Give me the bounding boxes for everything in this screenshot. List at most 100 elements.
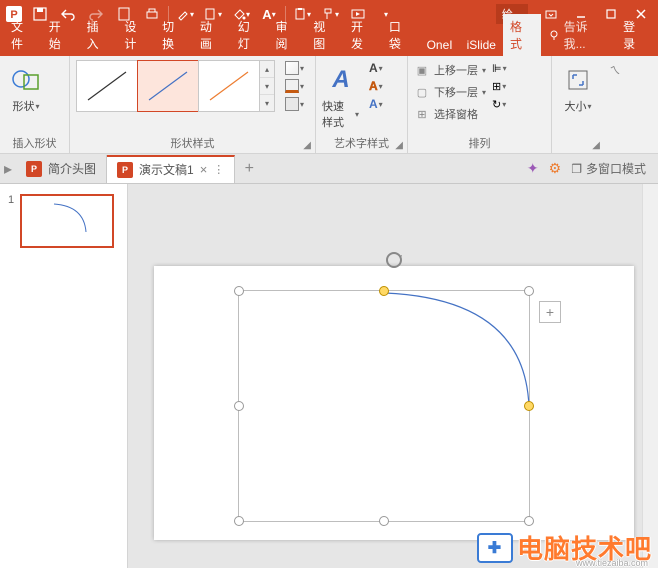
gallery-expand-icon[interactable]: ▾ (260, 95, 274, 111)
rotate-button[interactable]: ↻▾ (492, 96, 524, 112)
tab-slideshow[interactable]: 幻灯 (231, 14, 269, 56)
lightbulb-icon (548, 29, 560, 41)
wordart-icon: A (325, 64, 357, 96)
group-shape-styles: ▴▾▾ ▾ ▾ ▾ 形状样式◢ (70, 56, 316, 153)
group-arrange: ▣上移一层▾ ▢下移一层▾ ⊞选择窗格 ⊫▾ ⊞▾ ↻▾ 排列 (408, 56, 552, 153)
powerpoint-file-icon: P (117, 162, 133, 178)
tab-format[interactable]: 格式 (503, 14, 541, 56)
style-preset-1[interactable] (76, 60, 138, 112)
text-fill-icon: A (369, 61, 378, 75)
tab-animations[interactable]: 动画 (193, 14, 231, 56)
doctab-intro[interactable]: P 简介头图 (16, 155, 107, 183)
tab-home[interactable]: 开始 (42, 14, 80, 56)
tell-me-search[interactable]: 告诉我... (541, 14, 616, 56)
thumbnail-item[interactable]: 1 (8, 194, 119, 248)
text-outline-button[interactable]: A▾ (369, 78, 401, 94)
star-icon[interactable]: ✦ (527, 160, 539, 177)
align-button[interactable]: ⊫▾ (492, 60, 524, 76)
scroll-down-icon[interactable]: ▾ (260, 78, 274, 95)
group-label: 插入形状 (6, 133, 63, 151)
scroll-up-icon[interactable]: ▴ (260, 61, 274, 78)
tab-islide[interactable]: iSlide (460, 34, 503, 56)
rotate-handle-icon[interactable] (384, 250, 404, 270)
style-preset-3[interactable] (198, 60, 260, 112)
rotate-icon: ↻ (492, 98, 501, 111)
tab-file[interactable]: 文件 (4, 14, 42, 56)
shape-selection[interactable]: + (238, 290, 530, 522)
bring-forward-icon: ▣ (414, 63, 430, 77)
new-tab-button[interactable]: + (235, 160, 263, 178)
login-button[interactable]: 登录 (616, 14, 654, 56)
tab-design[interactable]: 设计 (117, 14, 155, 56)
svg-text:A: A (331, 66, 349, 93)
document-tabs: ▸ P 简介头图 P 演示文稿1 × ⋮ + ✦ ⚙ ❐多窗口模式 (0, 154, 658, 184)
send-backward-icon: ▢ (414, 85, 430, 99)
gallery-scroll[interactable]: ▴▾▾ (259, 60, 275, 112)
vertical-scrollbar[interactable] (642, 184, 658, 568)
send-backward-button[interactable]: ▢下移一层▾ (414, 82, 486, 102)
group-icon: ⊞ (492, 80, 501, 93)
redo-icon[interactable] (82, 2, 110, 26)
dialog-launcher-icon[interactable]: ◢ (592, 140, 600, 151)
ribbon-tabs: 文件 开始 插入 设计 切换 动画 幻灯 审阅 视图 开发 口袋 OneI iS… (0, 28, 658, 56)
tab-transitions[interactable]: 切换 (155, 14, 193, 56)
outline-swatch-icon (285, 79, 299, 93)
powerpoint-file-icon: P (26, 161, 42, 177)
shapes-icon (10, 64, 42, 96)
doctab-label: 简介头图 (48, 160, 96, 177)
text-outline-icon: A (369, 79, 378, 93)
size-button[interactable]: 大小▾ (558, 60, 598, 114)
resize-handle-n[interactable] (379, 286, 389, 296)
size-icon (562, 64, 594, 96)
shape-outline-button[interactable]: ▾ (285, 78, 317, 94)
size-label: 大小 (564, 98, 586, 114)
resize-handle-nw[interactable] (234, 286, 244, 296)
windows-icon: ❐ (571, 162, 582, 176)
text-effects-button[interactable]: A▾ (369, 96, 401, 112)
slide-thumbnails-pane: 1 (0, 184, 128, 568)
quick-styles-button[interactable]: A 快速样式▾ (322, 60, 359, 130)
resize-handle-sw[interactable] (234, 516, 244, 526)
slide-thumbnail[interactable] (20, 194, 114, 248)
resize-handle-w[interactable] (234, 401, 244, 411)
group-wordart-styles: A 快速样式▾ A▾ A▾ A▾ 艺术字样式◢ (316, 56, 408, 153)
shapes-gallery-button[interactable]: 形状▾ (6, 60, 46, 114)
shape-style-gallery[interactable]: ▴▾▾ (76, 60, 275, 112)
group-button[interactable]: ⊞▾ (492, 78, 524, 94)
layout-options-icon[interactable]: + (539, 301, 561, 323)
text-fill-button[interactable]: A▾ (369, 60, 401, 76)
shape-fill-button[interactable]: ▾ (285, 60, 317, 76)
ribbon-collapse-button[interactable]: ㄟ (604, 56, 626, 153)
multi-window-button[interactable]: ❐多窗口模式 (571, 160, 646, 177)
group-label: 排列 (414, 133, 545, 151)
resize-handle-ne[interactable] (524, 286, 534, 296)
fill-swatch-icon (285, 61, 299, 75)
resize-handle-s[interactable] (379, 516, 389, 526)
doctab-list-icon[interactable]: ▸ (0, 159, 16, 179)
bring-forward-button[interactable]: ▣上移一层▾ (414, 60, 486, 80)
selection-pane-button[interactable]: ⊞选择窗格 (414, 104, 486, 124)
tab-review[interactable]: 审阅 (268, 14, 306, 56)
chevron-up-icon: ㄟ (610, 62, 621, 78)
slide-canvas[interactable]: + (128, 184, 658, 568)
tab-pocket[interactable]: 口袋 (382, 14, 420, 56)
doctab-presentation1[interactable]: P 演示文稿1 × ⋮ (107, 155, 235, 183)
tab-menu-icon[interactable]: ⋮ (213, 163, 224, 176)
dialog-launcher-icon[interactable]: ◢ (395, 140, 403, 151)
resize-handle-e[interactable] (524, 401, 534, 411)
tab-view[interactable]: 视图 (306, 14, 344, 56)
resize-handle-se[interactable] (524, 516, 534, 526)
workspace: 1 + (0, 184, 658, 568)
shape-effects-button[interactable]: ▾ (285, 96, 317, 112)
doctab-label: 演示文稿1 (139, 161, 194, 178)
style-preset-2[interactable] (137, 60, 199, 112)
tell-me-label: 告诉我... (564, 18, 610, 52)
selection-pane-icon: ⊞ (414, 107, 430, 121)
tab-onekey[interactable]: OneI (420, 34, 460, 56)
dialog-launcher-icon[interactable]: ◢ (303, 140, 311, 151)
tab-developer[interactable]: 开发 (344, 14, 382, 56)
quick-styles-label: 快速样式 (322, 98, 354, 130)
group-insert-shapes: 形状▾ 插入形状 (0, 56, 70, 153)
gear-icon[interactable]: ⚙ (549, 160, 562, 177)
close-tab-icon[interactable]: × (200, 162, 208, 177)
